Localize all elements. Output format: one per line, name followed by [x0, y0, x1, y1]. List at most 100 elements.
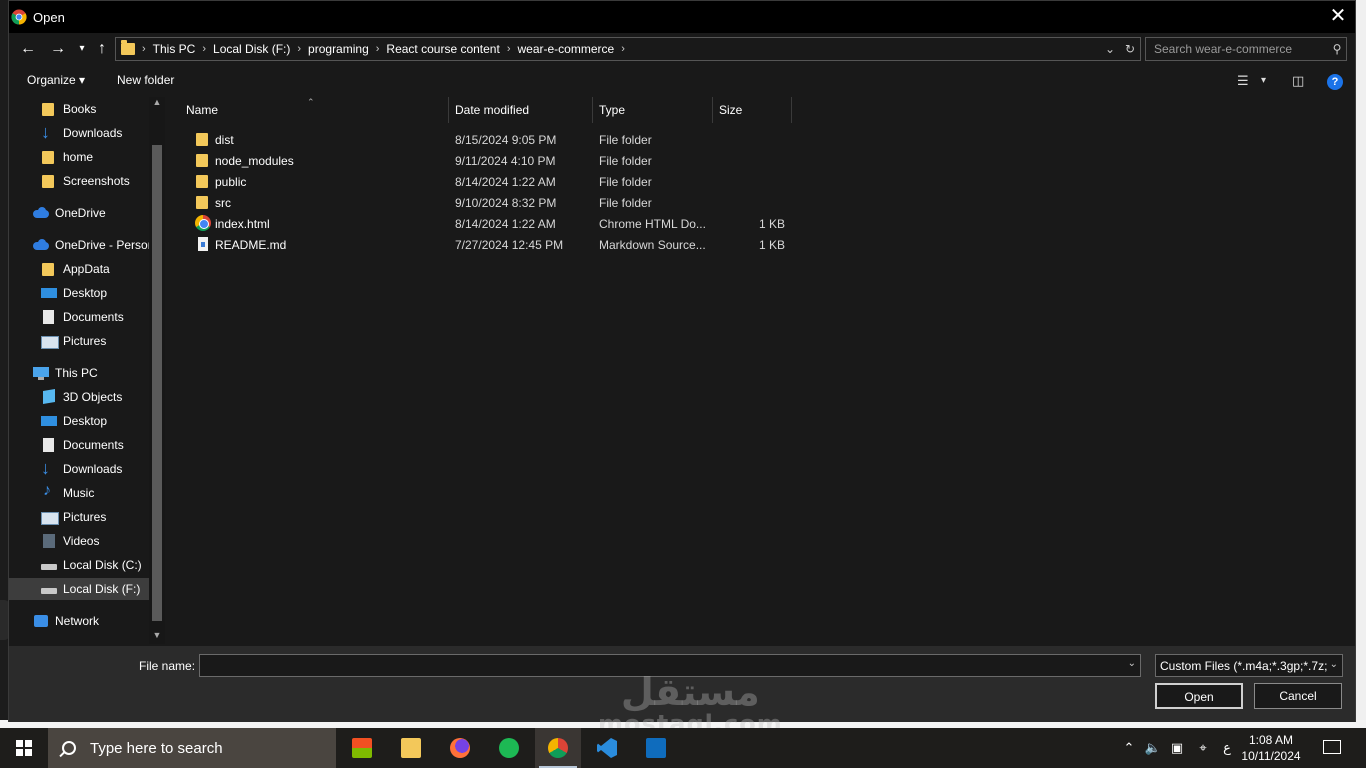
sidebar-item-home[interactable]: home	[41, 146, 93, 168]
sidebar-item-local-disk-c[interactable]: Local Disk (C:)	[41, 554, 142, 576]
column-header-date-modified[interactable]: Date modified	[448, 97, 593, 123]
forward-arrow-icon[interactable]: →	[47, 38, 69, 60]
navigation-pane-scrollbar[interactable]: ▲ ▼	[149, 97, 165, 644]
taskbar-search-input[interactable]: Type here to search	[90, 740, 223, 757]
breadcrumb-chevron-icon[interactable]: ›	[142, 43, 146, 55]
column-header-size[interactable]: Size	[712, 97, 792, 123]
folder-icon	[41, 149, 57, 165]
file-row-public[interactable]: public 8/14/2024 1:22 AM File folder	[187, 171, 787, 192]
start-button[interactable]	[0, 728, 48, 768]
scrollbar-thumb[interactable]	[152, 145, 162, 621]
windows-logo-icon	[16, 740, 32, 756]
address-dropdown-icon[interactable]: ⌄	[1100, 42, 1120, 56]
sidebar-item-videos[interactable]: Videos	[41, 530, 99, 552]
file-list: Name ⌃ Date modified Type Size dist 8/15…	[167, 97, 1355, 644]
sidebar-item-desktop-pc[interactable]: Desktop	[41, 410, 107, 432]
breadcrumb-local-disk-f[interactable]: Local Disk (F:)	[213, 42, 290, 56]
open-button[interactable]: Open	[1155, 683, 1243, 709]
recent-locations-chevron-icon[interactable]: ▾	[71, 38, 93, 60]
sidebar-item-downloads-pc[interactable]: Downloads	[41, 458, 122, 480]
camera-off-icon[interactable]: ▣	[1166, 728, 1188, 768]
sidebar-item-downloads[interactable]: Downloads	[41, 122, 122, 144]
taskbar-app-firefox[interactable]	[437, 728, 483, 768]
system-clock[interactable]: 1:08 AM 10/11/2024	[1238, 732, 1304, 764]
sidebar-item-onedrive[interactable]: OneDrive	[33, 202, 106, 224]
file-row-readme-md[interactable]: README.md 7/27/2024 12:45 PM Markdown So…	[187, 234, 787, 255]
back-arrow-icon[interactable]: ←	[17, 38, 39, 60]
file-row-index-html[interactable]: index.html 8/14/2024 1:22 AM Chrome HTML…	[187, 213, 787, 234]
file-name-field[interactable]: ⌄	[199, 654, 1141, 677]
file-type-filter-select[interactable]: Custom Files (*.m4a;*.3gp;*.7z;* ⌄	[1155, 654, 1343, 677]
search-input[interactable]: Search wear-e-commerce	[1146, 42, 1328, 56]
refresh-icon[interactable]: ↻	[1120, 42, 1140, 56]
folder-icon	[195, 194, 211, 210]
column-header-name[interactable]: Name ⌃	[179, 97, 449, 123]
show-hidden-icons-chevron-up-icon[interactable]: ⌃	[1120, 728, 1138, 768]
file-size: 1 KB	[758, 217, 785, 231]
sidebar-item-pictures[interactable]: Pictures	[41, 330, 106, 352]
chrome-icon	[548, 738, 568, 758]
file-type: File folder	[599, 196, 652, 210]
taskbar-search-box[interactable]: Type here to search	[48, 728, 336, 768]
sidebar-item-desktop[interactable]: Desktop	[41, 282, 107, 304]
up-arrow-icon[interactable]: ↑	[91, 38, 113, 60]
file-row-node-modules[interactable]: node_modules 9/11/2024 4:10 PM File fold…	[187, 150, 787, 171]
address-bar[interactable]: › This PC › Local Disk (F:) › programing…	[115, 37, 1141, 61]
file-name: dist	[215, 133, 234, 147]
taskbar-app-chrome[interactable]	[535, 728, 581, 768]
sidebar-item-music[interactable]: Music	[41, 482, 94, 504]
document-icon	[41, 437, 57, 453]
breadcrumb-chevron-icon[interactable]: ›	[376, 43, 380, 55]
taskbar-app-vscode[interactable]	[584, 728, 630, 768]
chevron-down-icon[interactable]: ⌄	[1128, 658, 1136, 669]
file-name: node_modules	[215, 154, 294, 168]
organize-button[interactable]: Organize ▾	[27, 73, 85, 87]
volume-icon[interactable]: 🔈	[1142, 728, 1164, 768]
view-options-chevron-down-icon[interactable]: ▾	[1261, 75, 1266, 86]
sidebar-item-this-pc[interactable]: This PC	[33, 362, 98, 384]
sidebar-item-local-disk-f[interactable]: Local Disk (F:)	[9, 578, 149, 600]
taskbar-app-outlook[interactable]	[633, 728, 679, 768]
sidebar-item-appdata[interactable]: AppData	[41, 258, 110, 280]
scroll-up-arrow-icon[interactable]: ▲	[149, 97, 165, 111]
sidebar-item-documents-pc[interactable]: Documents	[41, 434, 124, 456]
folder-icon	[121, 40, 135, 55]
sidebar-item-screenshots[interactable]: Screenshots	[41, 170, 130, 192]
file-type: File folder	[599, 175, 652, 189]
outlook-icon	[646, 738, 666, 758]
view-options-icon[interactable]: ☰	[1237, 73, 1249, 89]
sidebar-item-3d-objects[interactable]: 3D Objects	[41, 386, 122, 408]
sidebar-item-network[interactable]: Network	[33, 610, 99, 632]
taskbar-app-spotify[interactable]	[486, 728, 532, 768]
column-header-type[interactable]: Type	[592, 97, 713, 123]
sidebar-item-documents[interactable]: Documents	[41, 306, 124, 328]
file-row-src[interactable]: src 9/10/2024 8:32 PM File folder	[187, 192, 787, 213]
window-title: Open	[33, 9, 65, 25]
sidebar-item-pictures-pc[interactable]: Pictures	[41, 506, 106, 528]
chevron-down-icon[interactable]: ⌄	[1326, 659, 1338, 670]
new-folder-button[interactable]: New folder	[117, 73, 174, 87]
breadcrumb-this-pc[interactable]: This PC	[153, 42, 196, 56]
wifi-icon[interactable]: ⌖	[1192, 728, 1214, 768]
input-language-indicator[interactable]: ع	[1218, 728, 1236, 768]
breadcrumb-chevron-icon[interactable]: ›	[621, 43, 625, 55]
preview-pane-icon[interactable]: ◫	[1292, 73, 1304, 89]
search-box[interactable]: Search wear-e-commerce ⚲	[1145, 37, 1347, 61]
breadcrumb-react-course-content[interactable]: React course content	[386, 42, 499, 56]
breadcrumb-programing[interactable]: programing	[308, 42, 369, 56]
taskbar-app-microsoft-store[interactable]	[339, 728, 385, 768]
breadcrumb-chevron-icon[interactable]: ›	[507, 43, 511, 55]
notification-center-icon[interactable]	[1318, 736, 1344, 760]
cancel-button[interactable]: Cancel	[1254, 683, 1342, 709]
breadcrumb-chevron-icon[interactable]: ›	[297, 43, 301, 55]
scroll-down-arrow-icon[interactable]: ▼	[149, 630, 165, 644]
breadcrumb-chevron-icon[interactable]: ›	[202, 43, 206, 55]
taskbar-app-file-explorer[interactable]	[388, 728, 434, 768]
sidebar-item-books[interactable]: Books	[41, 98, 96, 120]
sidebar-item-onedrive-personal[interactable]: OneDrive - Persor	[33, 234, 152, 256]
file-row-dist[interactable]: dist 8/15/2024 9:05 PM File folder	[187, 129, 787, 150]
close-button[interactable]: ✕	[1327, 6, 1349, 28]
markdown-file-icon	[195, 236, 211, 252]
breadcrumb-wear-e-commerce[interactable]: wear-e-commerce	[518, 42, 615, 56]
help-icon[interactable]: ?	[1327, 74, 1343, 90]
